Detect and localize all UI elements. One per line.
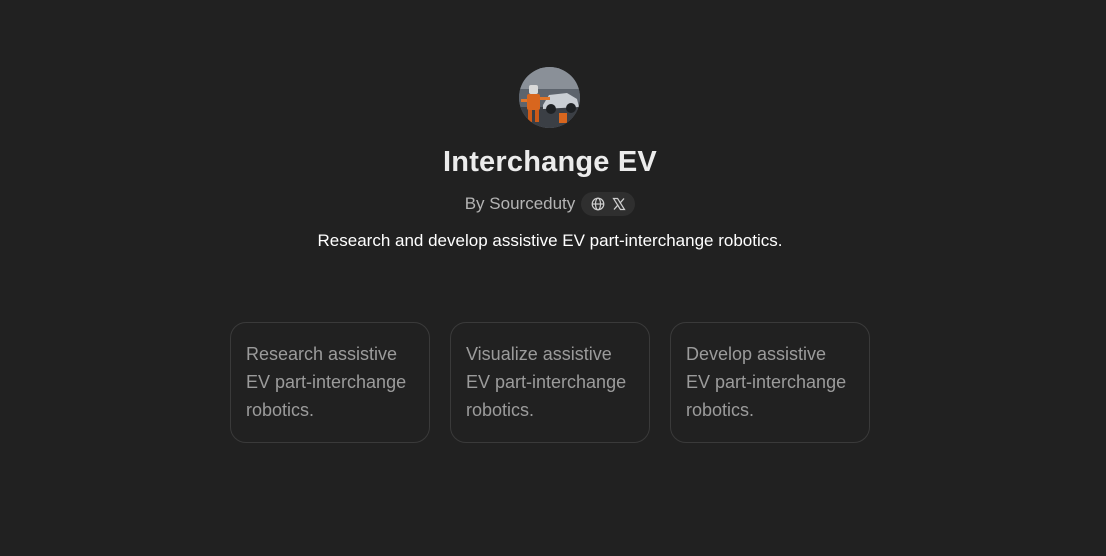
social-links (581, 192, 636, 216)
globe-icon[interactable] (590, 197, 605, 212)
starter-card-visualize[interactable]: Visualize assistive EV part-interchange … (450, 322, 650, 443)
gpt-avatar (519, 67, 580, 128)
gpt-title: Interchange EV (443, 146, 657, 178)
starter-card-develop[interactable]: Develop assistive EV part-interchange ro… (670, 322, 870, 443)
gpt-description: Research and develop assistive EV part-i… (317, 231, 783, 250)
conversation-starters: Research assistive EV part-interchange r… (230, 322, 870, 443)
byline: By Sourceduty (0, 192, 1100, 216)
gpt-intro-page: Interchange EV By Sourceduty Research an… (0, 0, 1106, 556)
starter-card-research[interactable]: Research assistive EV part-interchange r… (230, 322, 430, 443)
author-name: By Sourceduty (464, 194, 576, 213)
x-icon[interactable] (611, 197, 626, 212)
